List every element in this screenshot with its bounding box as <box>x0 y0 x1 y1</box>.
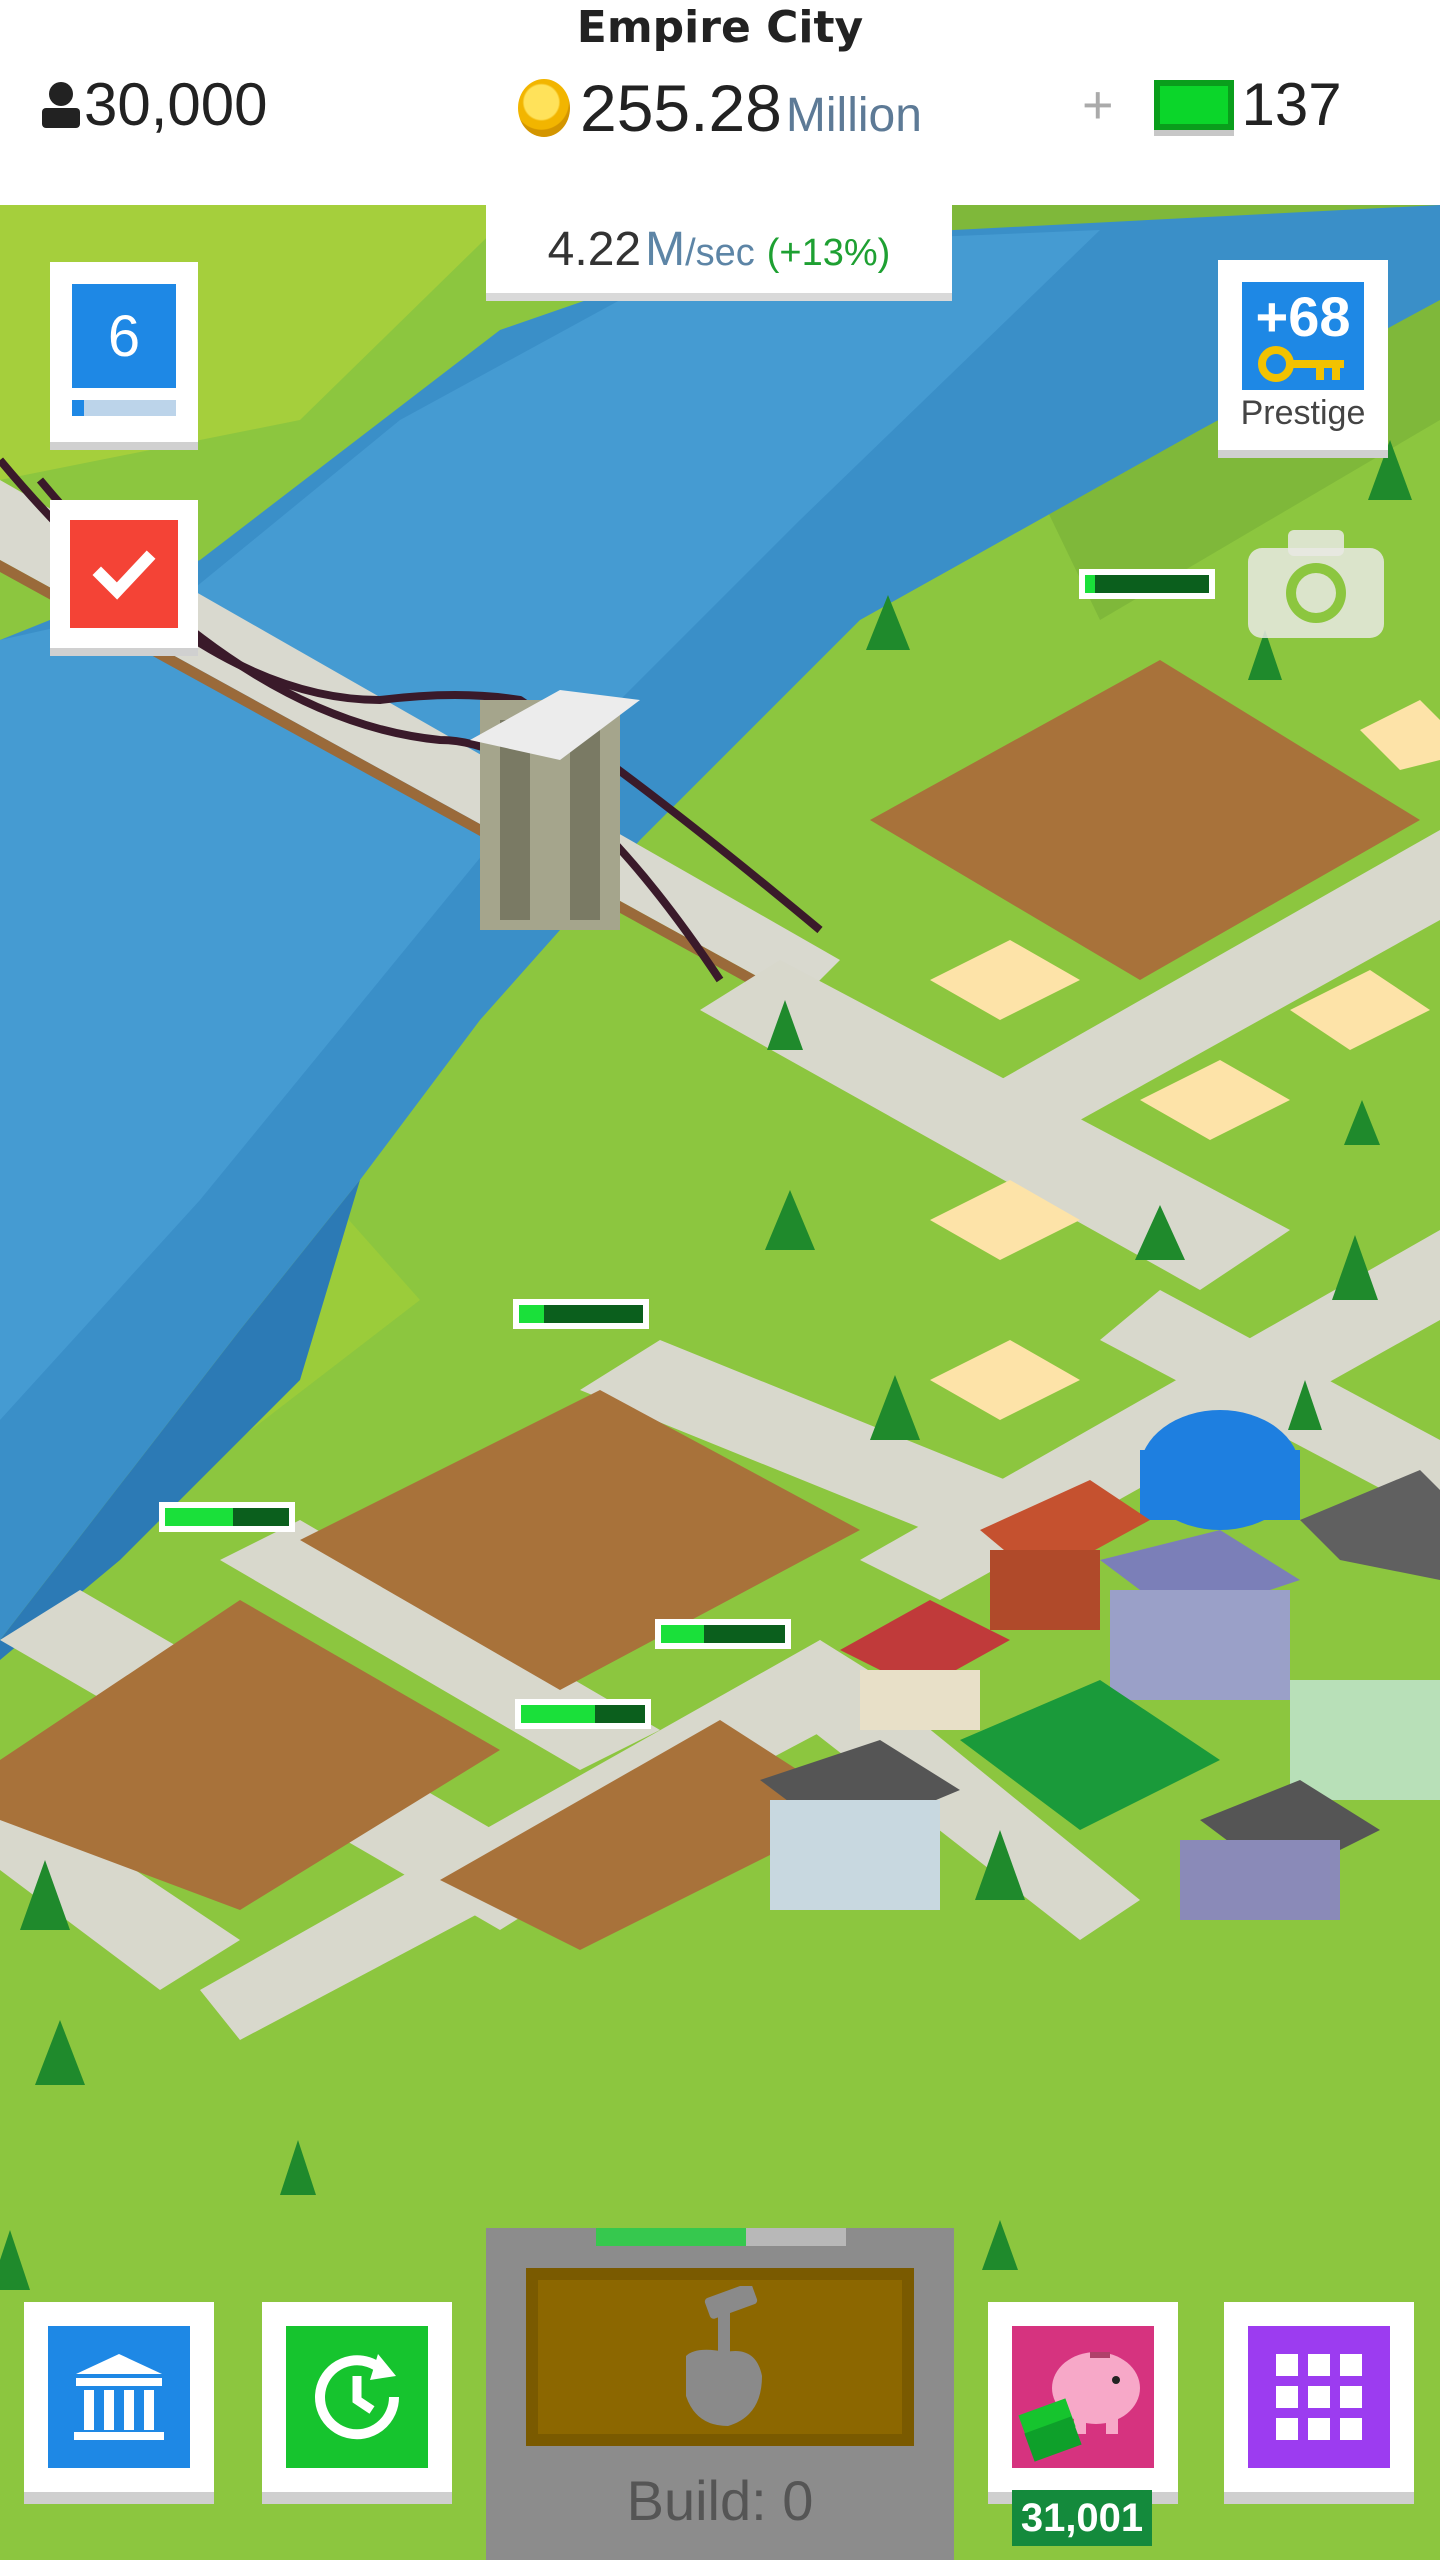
cash-bill-icon <box>1153 79 1234 130</box>
piggy-bank-count: 31,001 <box>1012 2490 1152 2546</box>
city-map[interactable] <box>0 205 1440 2560</box>
top-status-bar: Empire City 30,000 255.28 Million + 137 <box>0 0 1440 205</box>
hammer-hand-icon <box>686 2286 762 2426</box>
person-icon <box>42 81 80 128</box>
money-unit: Million <box>785 88 922 142</box>
plot-progress-fill <box>661 1625 705 1643</box>
income-value: 4.22 <box>547 222 642 276</box>
plot-progress-fill <box>521 1705 596 1723</box>
prestige-count: +68 <box>1255 285 1351 348</box>
income-per: /sec <box>685 231 755 274</box>
prestige-button[interactable]: +68 Prestige <box>1218 260 1388 450</box>
plot-progress-fill <box>1085 575 1095 593</box>
cash-counter[interactable]: + 137 <box>1082 70 1342 139</box>
build-button[interactable] <box>526 2268 914 2446</box>
piggy-bank-icon <box>1012 2326 1154 2468</box>
plot-progress-bar <box>658 1622 788 1646</box>
camera-icon <box>1248 530 1384 638</box>
money-counter: 255.28 Million <box>518 70 922 146</box>
level-button[interactable]: 6 <box>50 262 198 442</box>
plot-progress-fill <box>165 1508 234 1526</box>
income-rate: 4.22 M /sec (+13%) <box>486 205 952 301</box>
prestige-label: Prestige <box>1240 394 1366 432</box>
build-panel[interactable]: Build: 0 <box>486 2228 954 2560</box>
grid-menu-icon <box>1248 2326 1390 2468</box>
camera-button[interactable] <box>1248 528 1384 638</box>
level-progress-fill <box>72 400 85 416</box>
plot-progress-bar <box>518 1702 648 1726</box>
plot-progress-bar <box>516 1302 646 1326</box>
bank-button[interactable] <box>24 2302 214 2492</box>
population-value: 30,000 <box>84 71 268 138</box>
level-number: 6 <box>72 284 176 388</box>
coin-icon <box>518 79 570 137</box>
plot-progress-fill <box>519 1305 544 1323</box>
piggy-bank-button[interactable] <box>988 2302 1178 2492</box>
population-counter: 30,000 <box>38 70 268 139</box>
build-progress-bar <box>596 2228 846 2246</box>
money-value: 255.28 <box>580 71 782 145</box>
bank-icon <box>48 2326 190 2468</box>
plot-progress-bar <box>1082 572 1212 596</box>
add-cash-button[interactable]: + <box>1082 74 1114 136</box>
clock-refresh-icon <box>286 2326 428 2468</box>
plot-progress-bar <box>162 1505 292 1529</box>
income-bonus: (+13%) <box>766 231 891 274</box>
build-label: Build: 0 <box>626 2469 814 2532</box>
boost-button[interactable] <box>262 2302 452 2492</box>
menu-button[interactable] <box>1224 2302 1414 2492</box>
build-progress-fill <box>596 2228 746 2246</box>
key-icon: +68 <box>1242 282 1364 390</box>
tasks-button[interactable] <box>50 500 198 648</box>
city-name: Empire City <box>576 2 864 53</box>
cash-value: 137 <box>1241 71 1342 138</box>
income-unit: M <box>645 222 686 276</box>
checkmark-icon <box>70 520 178 628</box>
level-progress-bar <box>72 400 176 416</box>
